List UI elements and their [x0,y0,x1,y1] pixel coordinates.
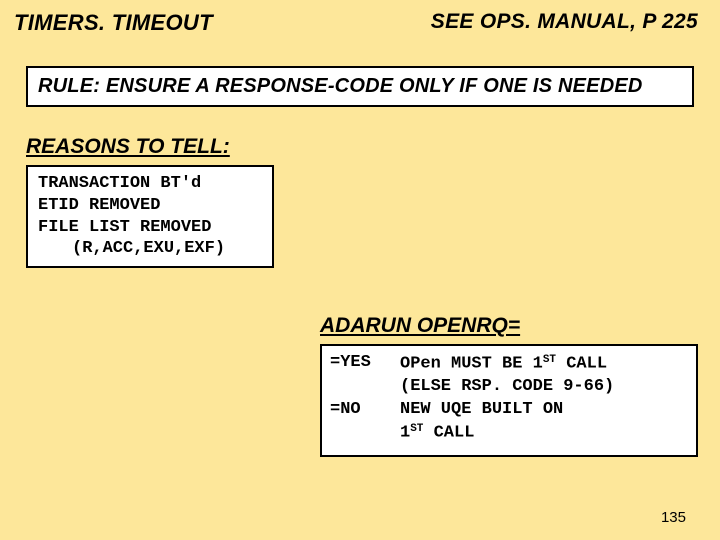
adarun-value: (ELSE RSP. CODE 9-66) [400,376,688,398]
adarun-value: NEW UQE BUILT ON [400,399,688,421]
adarun-row: =NO NEW UQE BUILT ON [330,399,688,421]
adarun-value: OPen MUST BE 1ST CALL [400,352,688,376]
adarun-row: =YES OPen MUST BE 1ST CALL [330,352,688,376]
reasons-heading: REASONS TO TELL: [26,135,720,159]
manual-reference: SEE OPS. MANUAL, P 225 [431,10,698,34]
adarun-value: 1ST CALL [400,421,688,445]
adarun-row: (ELSE RSP. CODE 9-66) [330,376,688,398]
adarun-key [330,421,400,445]
rule-text: RULE: ENSURE A RESPONSE-CODE ONLY IF ONE… [38,75,682,98]
slide-title: TIMERS. TIMEOUT [14,10,213,36]
adarun-key: =NO [330,399,400,421]
adarun-box: =YES OPen MUST BE 1ST CALL (ELSE RSP. CO… [320,344,698,457]
reasons-line: FILE LIST REMOVED [38,217,262,239]
rule-box: RULE: ENSURE A RESPONSE-CODE ONLY IF ONE… [26,66,694,107]
adarun-key [330,376,400,398]
page-number: 135 [661,509,686,526]
superscript: ST [543,354,556,366]
reasons-line: TRANSACTION BT'd [38,173,262,195]
adarun-row: 1ST CALL [330,421,688,445]
adarun-heading: ADARUN OPENRQ= [320,314,520,338]
reasons-line: (R,ACC,EXU,EXF) [38,238,262,260]
adarun-key: =YES [330,352,400,376]
superscript: ST [410,423,423,435]
reasons-line: ETID REMOVED [38,195,262,217]
reasons-box: TRANSACTION BT'd ETID REMOVED FILE LIST … [26,165,274,268]
header: TIMERS. TIMEOUT SEE OPS. MANUAL, P 225 [0,0,720,36]
